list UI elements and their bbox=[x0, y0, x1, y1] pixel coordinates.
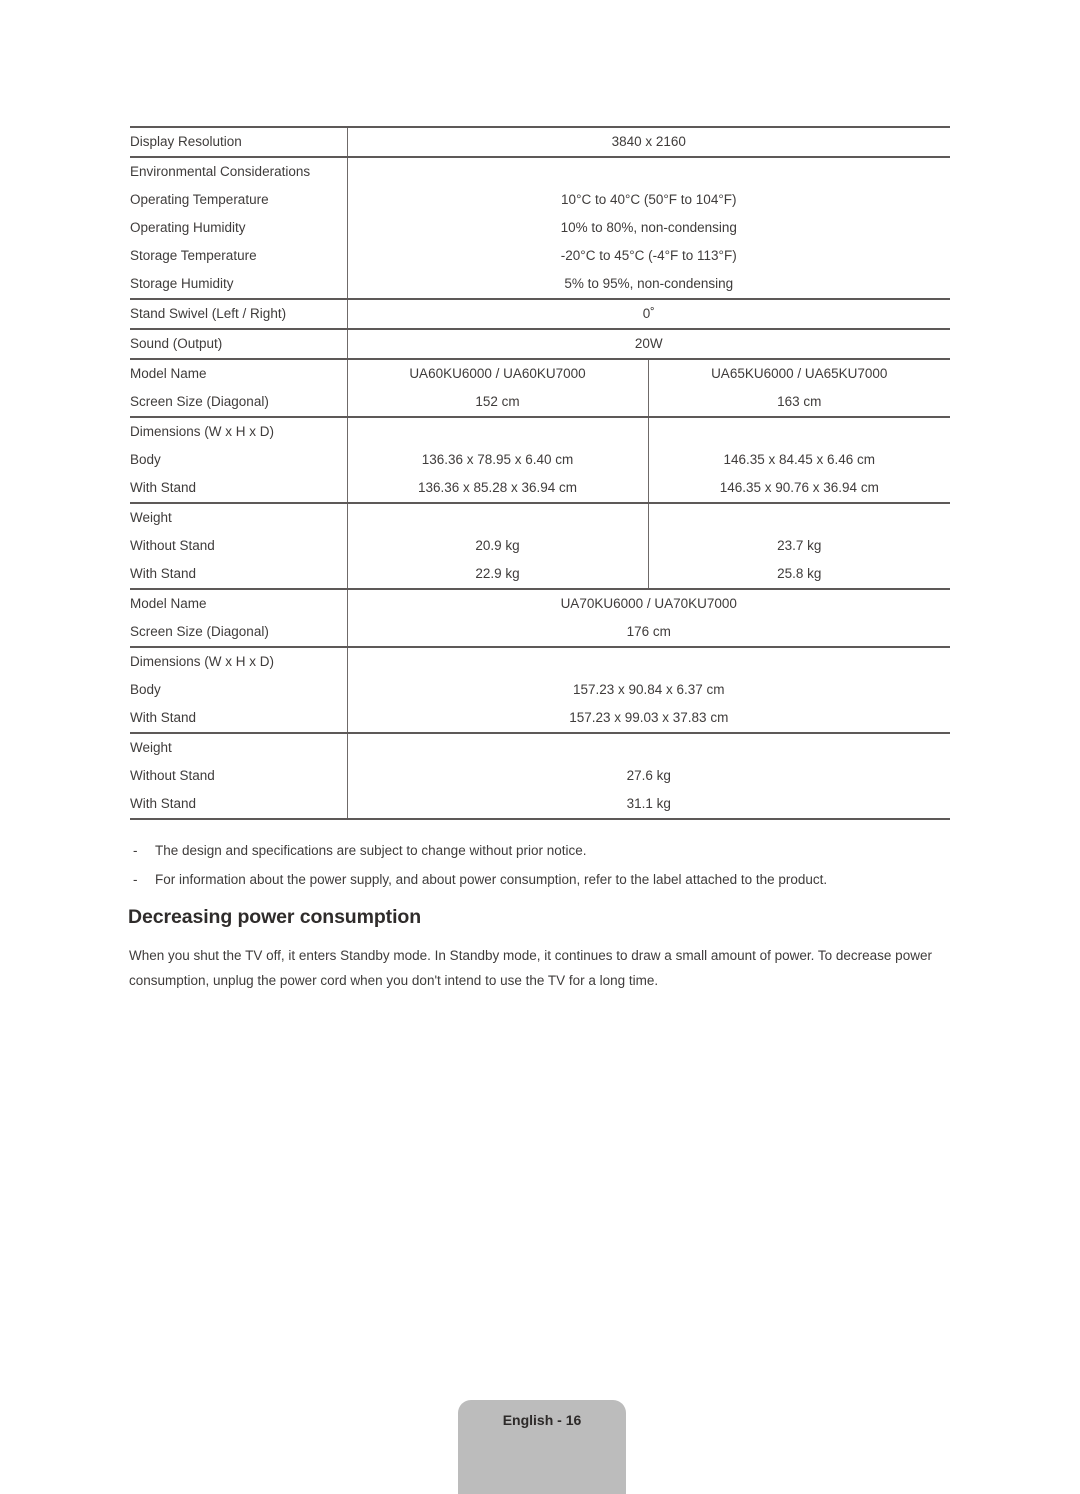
section-paragraph: When you shut the TV off, it enters Stan… bbox=[129, 948, 932, 988]
row-label: Display Resolution bbox=[130, 126, 347, 158]
table-row: Storage Humidity 5% to 95%, non-condensin… bbox=[130, 270, 951, 300]
row-label: Weight bbox=[130, 502, 347, 532]
row-value: 146.35 x 84.45 x 6.46 cm bbox=[647, 446, 951, 474]
row-value bbox=[346, 416, 648, 446]
list-item: - For information about the power supply,… bbox=[130, 865, 950, 894]
table-row: Dimensions (W x H x D) bbox=[130, 416, 951, 446]
row-label: Stand Swivel (Left / Right) bbox=[130, 298, 347, 330]
row-value: UA60KU6000 / UA60KU7000 bbox=[346, 358, 648, 388]
table-row: Screen Size (Diagonal) 152 cm 163 cm bbox=[130, 388, 951, 418]
document-page: Display Resolution 3840 x 2160 Environment… bbox=[0, 0, 1080, 1494]
row-label: Body bbox=[130, 452, 161, 467]
row-value: 5% to 95%, non-condensing bbox=[346, 270, 951, 300]
row-label: Dimensions (W x H x D) bbox=[130, 646, 347, 676]
table-row: Weight bbox=[130, 732, 951, 762]
notes-list: - The design and specifications are subje… bbox=[130, 836, 950, 894]
row-label: With Stand bbox=[130, 790, 347, 820]
table-row: With Stand 157.23 x 99.03 x 37.83 cm bbox=[130, 704, 951, 734]
table-row: Model Name UA60KU6000 / UA60KU7000 UA65KU6… bbox=[130, 358, 951, 388]
row-value bbox=[647, 502, 951, 532]
table-row: Without Stand 27.6 kg bbox=[130, 762, 951, 790]
row-label: Screen Size (Diagonal) bbox=[130, 388, 347, 418]
bullet-dash-icon: - bbox=[133, 843, 138, 858]
row-label: Weight bbox=[130, 732, 347, 762]
row-value: 23.7 kg bbox=[647, 532, 951, 560]
specifications-table: Display Resolution 3840 x 2160 Environment… bbox=[130, 126, 951, 820]
table-row: With Stand 22.9 kg 25.8 kg bbox=[130, 560, 951, 590]
row-value: 10% to 80%, non-condensing bbox=[346, 214, 951, 242]
table-row: Environmental Considerations bbox=[130, 156, 951, 186]
bullet-dash-icon: - bbox=[133, 872, 138, 887]
table-row: Operating Temperature 10°C to 40°C (50°F … bbox=[130, 186, 951, 214]
row-label: Model Name bbox=[130, 588, 347, 618]
row-label: Operating Humidity bbox=[130, 220, 246, 235]
row-label: Without Stand bbox=[130, 538, 215, 553]
table-row: Stand Swivel (Left / Right) 0˚ bbox=[130, 298, 951, 330]
row-value: 136.36 x 85.28 x 36.94 cm bbox=[346, 474, 648, 504]
row-value: 157.23 x 99.03 x 37.83 cm bbox=[346, 704, 951, 734]
row-label: Without Stand bbox=[130, 768, 215, 783]
row-label: Screen Size (Diagonal) bbox=[130, 618, 347, 648]
row-label: Environmental Considerations bbox=[130, 156, 347, 186]
row-value bbox=[647, 416, 951, 446]
row-value: 3840 x 2160 bbox=[346, 126, 951, 158]
page-title: Decreasing power consumption bbox=[128, 906, 422, 928]
row-value: 27.6 kg bbox=[346, 762, 951, 790]
row-value: 152 cm bbox=[346, 388, 648, 418]
row-value: 20.9 kg bbox=[346, 532, 648, 560]
row-value: 22.9 kg bbox=[346, 560, 648, 590]
table-row: Sound (Output) 20W bbox=[130, 328, 951, 360]
row-value bbox=[346, 646, 951, 676]
row-value bbox=[346, 732, 951, 762]
row-label: Storage Humidity bbox=[130, 270, 347, 300]
row-label: With Stand bbox=[130, 560, 347, 590]
list-item-text: For information about the power supply, … bbox=[155, 872, 828, 887]
row-label: With Stand bbox=[130, 474, 347, 504]
row-value bbox=[346, 502, 648, 532]
table-row: With Stand 31.1 kg bbox=[130, 790, 951, 820]
row-value: 0˚ bbox=[346, 298, 951, 330]
table-row: Screen Size (Diagonal) 176 cm bbox=[130, 618, 951, 648]
row-value: -20°C to 45°C (-4°F to 113°F) bbox=[346, 242, 951, 270]
table-row: Weight bbox=[130, 502, 951, 532]
table-row: Display Resolution 3840 x 2160 bbox=[130, 126, 951, 158]
table-row: Model Name UA70KU6000 / UA70KU7000 bbox=[130, 588, 951, 618]
row-value: 31.1 kg bbox=[346, 790, 951, 820]
specifications-table-body: Display Resolution 3840 x 2160 Environment… bbox=[130, 126, 951, 820]
row-value: UA70KU6000 / UA70KU7000 bbox=[346, 588, 951, 618]
row-value: 25.8 kg bbox=[647, 560, 951, 590]
table-row: Body 136.36 x 78.95 x 6.40 cm 146.35 x 84.… bbox=[130, 446, 951, 474]
row-value: 146.35 x 90.76 x 36.94 cm bbox=[647, 474, 951, 504]
table-row: Without Stand 20.9 kg 23.7 kg bbox=[130, 532, 951, 560]
row-value bbox=[346, 156, 951, 186]
table-row: With Stand 136.36 x 85.28 x 36.94 cm 146.3… bbox=[130, 474, 951, 504]
row-value: 10°C to 40°C (50°F to 104°F) bbox=[346, 186, 951, 214]
row-label: Operating Temperature bbox=[130, 192, 269, 207]
row-label: Storage Temperature bbox=[130, 248, 257, 263]
page-number-label: English - 16 bbox=[502, 1412, 582, 1428]
row-label: Body bbox=[130, 682, 161, 697]
row-label: With Stand bbox=[130, 704, 347, 734]
page-footer-tab: English - 16 bbox=[458, 1400, 626, 1494]
row-label: Dimensions (W x H x D) bbox=[130, 416, 347, 446]
row-value: 136.36 x 78.95 x 6.40 cm bbox=[346, 446, 648, 474]
row-label: Model Name bbox=[130, 358, 347, 388]
row-value: UA65KU6000 / UA65KU7000 bbox=[647, 358, 951, 388]
table-row: Dimensions (W x H x D) bbox=[130, 646, 951, 676]
row-value: 157.23 x 90.84 x 6.37 cm bbox=[346, 676, 951, 704]
row-value: 176 cm bbox=[346, 618, 951, 648]
row-label: Sound (Output) bbox=[130, 328, 347, 360]
list-item-text: The design and specifications are subjec… bbox=[155, 843, 587, 858]
row-value: 20W bbox=[346, 328, 951, 360]
table-row: Body 157.23 x 90.84 x 6.37 cm bbox=[130, 676, 951, 704]
table-row: Storage Temperature -20°C to 45°C (-4°F t… bbox=[130, 242, 951, 270]
list-item: - The design and specifications are subje… bbox=[130, 836, 950, 865]
row-value: 163 cm bbox=[647, 388, 951, 418]
table-row: Operating Humidity 10% to 80%, non-conden… bbox=[130, 214, 951, 242]
